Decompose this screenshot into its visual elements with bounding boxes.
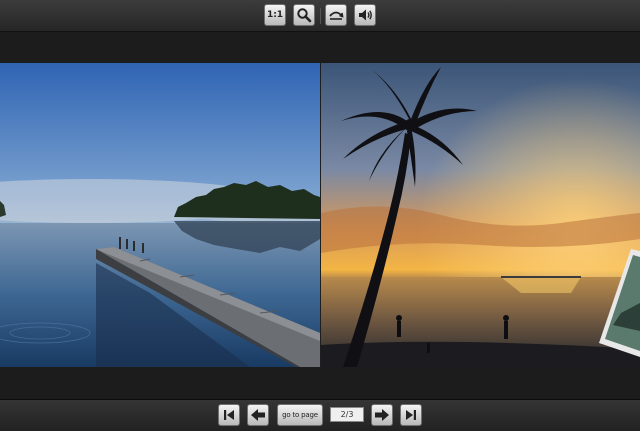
flip-button[interactable]: [325, 4, 347, 26]
zoom-button[interactable]: [293, 4, 315, 26]
bottom-stage-band: [0, 367, 640, 399]
skip-to-first-icon: [224, 410, 234, 420]
arrow-left-icon: [251, 409, 265, 421]
speaker-icon: [359, 9, 372, 21]
lake-dock-photo[interactable]: [0, 63, 320, 367]
go-to-page-button[interactable]: go to page: [277, 404, 323, 426]
toolbar-divider: [320, 8, 321, 24]
first-page-button[interactable]: [218, 404, 240, 426]
last-page-button[interactable]: [400, 404, 422, 426]
previous-page-button[interactable]: [247, 404, 269, 426]
actual-size-button[interactable]: 1:1: [264, 4, 286, 26]
magnifier-icon: [297, 8, 312, 23]
page-number-input[interactable]: 2/3: [330, 407, 364, 422]
arrow-right-icon: [375, 409, 389, 421]
go-to-page-label: go to page: [282, 411, 318, 419]
skip-to-last-icon: [406, 410, 416, 420]
actual-size-label: 1:1: [266, 10, 284, 20]
top-toolbar: 1:1: [0, 0, 640, 32]
page-indicator: 2/3: [340, 410, 354, 419]
palm-sunset-photo[interactable]: [321, 63, 640, 367]
sound-button[interactable]: [354, 4, 376, 26]
top-stage-band: [0, 32, 640, 63]
next-page-button[interactable]: [371, 404, 393, 426]
flip-arrow-icon: [329, 11, 344, 20]
